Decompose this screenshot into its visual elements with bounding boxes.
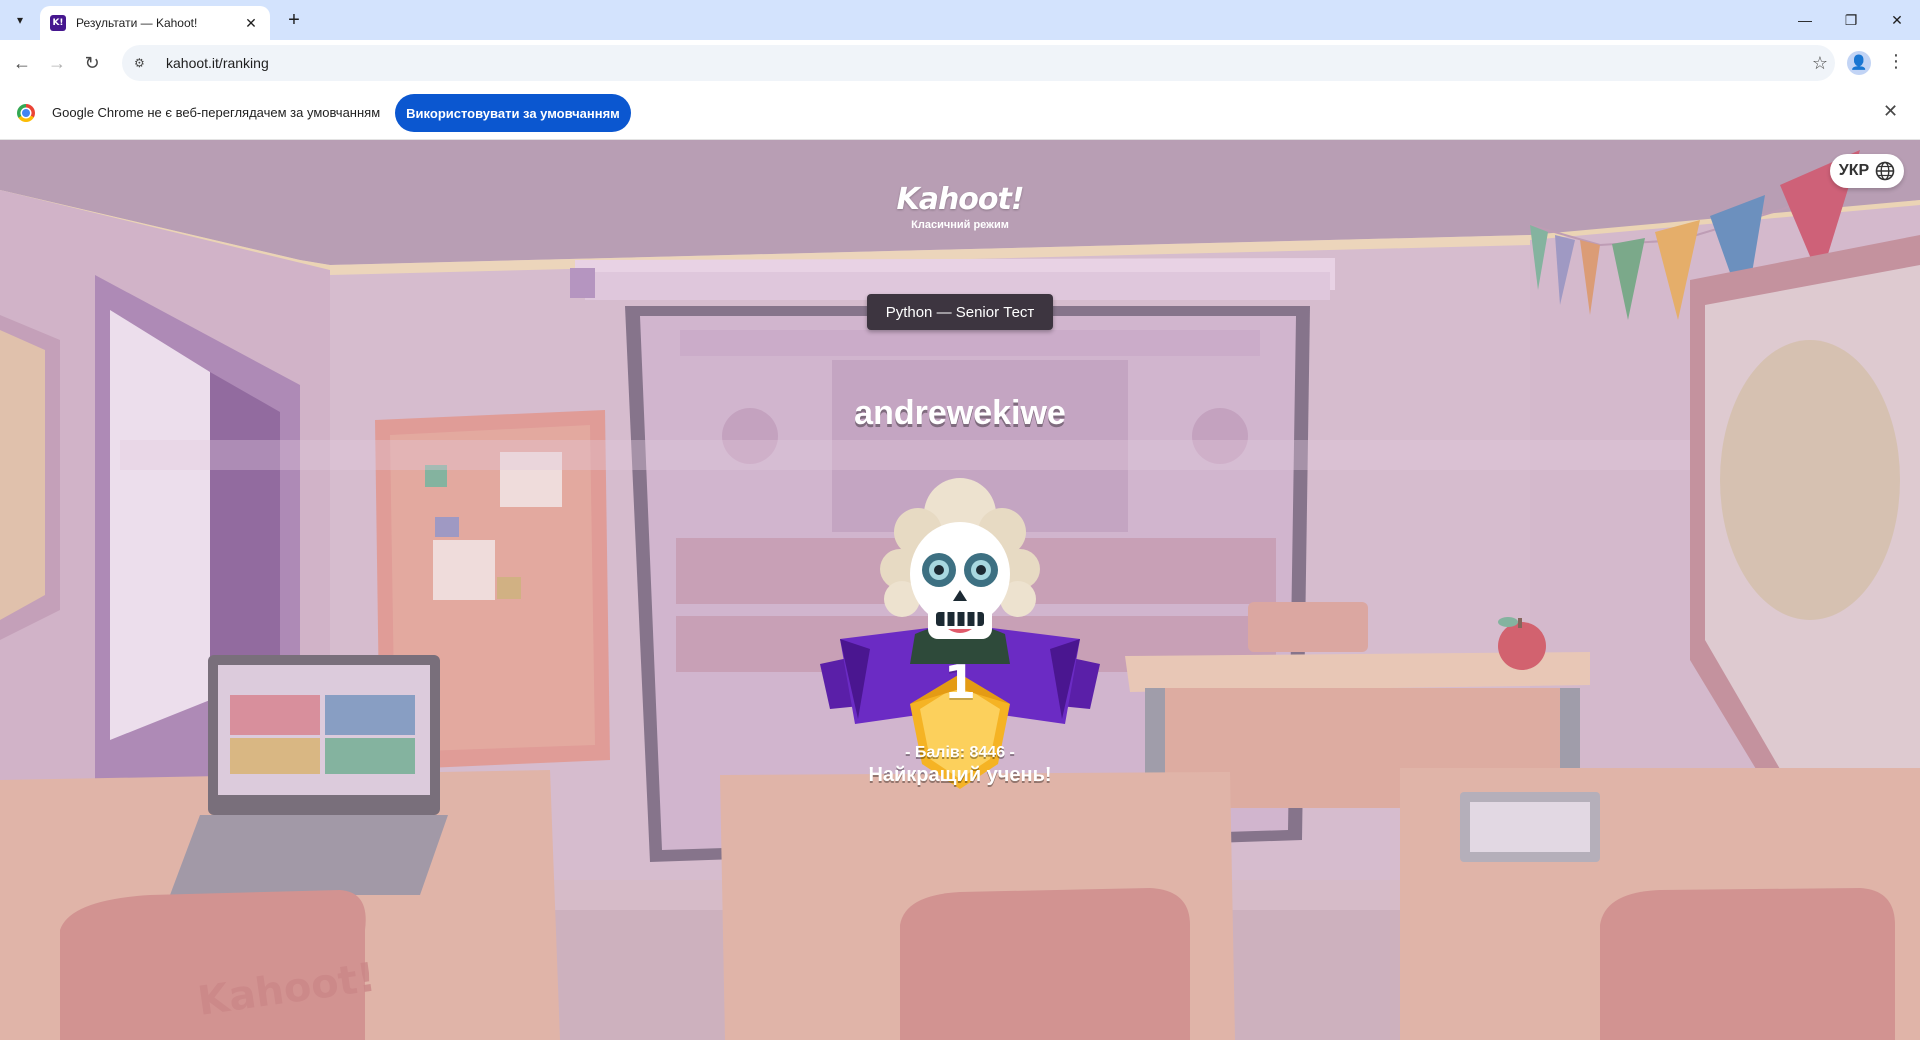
url-text: kahoot.it/ranking [166, 55, 269, 71]
tab-strip: ▾ K! Результати — Kahoot! ✕ + — ❐ ✕ [0, 0, 1920, 40]
tab-title: Результати — Kahoot! [76, 16, 198, 30]
default-browser-infobar: Google Chrome не є веб-переглядачем за у… [0, 86, 1920, 140]
site-settings-icon[interactable]: ⚙ [134, 56, 154, 70]
new-tab-icon[interactable]: + [282, 8, 306, 32]
browser-toolbar: ← → ↻ ⚙ kahoot.it/ranking ☆ 👤 ⋮ [0, 40, 1920, 86]
window-controls: — ❐ ✕ [1782, 0, 1920, 40]
achievement-text: Найкращий учень! [868, 764, 1052, 786]
restore-icon[interactable]: ❐ [1828, 0, 1874, 40]
address-bar[interactable]: ⚙ kahoot.it/ranking ☆ [122, 45, 1835, 81]
player-nickname: andrewekiwe [854, 394, 1066, 432]
minimize-icon[interactable]: — [1782, 0, 1828, 40]
tab-active[interactable]: K! Результати — Kahoot! ✕ [40, 6, 270, 40]
tab-search-icon[interactable]: ▾ [8, 8, 32, 32]
globe-icon [1875, 161, 1895, 181]
back-icon[interactable]: ← [8, 49, 36, 77]
profile-avatar-icon[interactable]: 👤 [1847, 51, 1871, 75]
language-selector[interactable]: УКР [1830, 154, 1904, 188]
set-default-button[interactable]: Використовувати за умовчанням [395, 94, 631, 132]
tab-close-icon[interactable]: ✕ [242, 15, 260, 32]
rank-number: 1 [943, 655, 976, 709]
reload-icon[interactable]: ↻ [78, 49, 106, 77]
logo-text: Kahoot! [896, 182, 1024, 217]
score-text: - Балів: 8446 - [905, 744, 1015, 761]
infobar-text: Google Chrome не є веб-переглядачем за у… [52, 105, 381, 120]
ranking-page: Kahoot! УКР Kahoot! Класичний режим Pyth… [0, 140, 1920, 1040]
menu-dots-icon[interactable]: ⋮ [1886, 51, 1906, 75]
kahoot-logo: Kahoot! Класичний режим [860, 182, 1060, 231]
close-window-icon[interactable]: ✕ [1874, 0, 1920, 40]
quiz-title-badge: Python — Senior Тест [867, 294, 1053, 330]
language-label: УКР [1838, 162, 1870, 179]
kahoot-favicon-icon: K! [50, 15, 66, 31]
game-mode-label: Класичний режим [911, 219, 1009, 231]
infobar-close-icon[interactable]: ✕ [1883, 101, 1898, 122]
forward-icon[interactable]: → [43, 49, 71, 77]
chrome-logo-icon [17, 104, 35, 122]
bookmark-star-icon[interactable]: ☆ [1805, 53, 1835, 74]
